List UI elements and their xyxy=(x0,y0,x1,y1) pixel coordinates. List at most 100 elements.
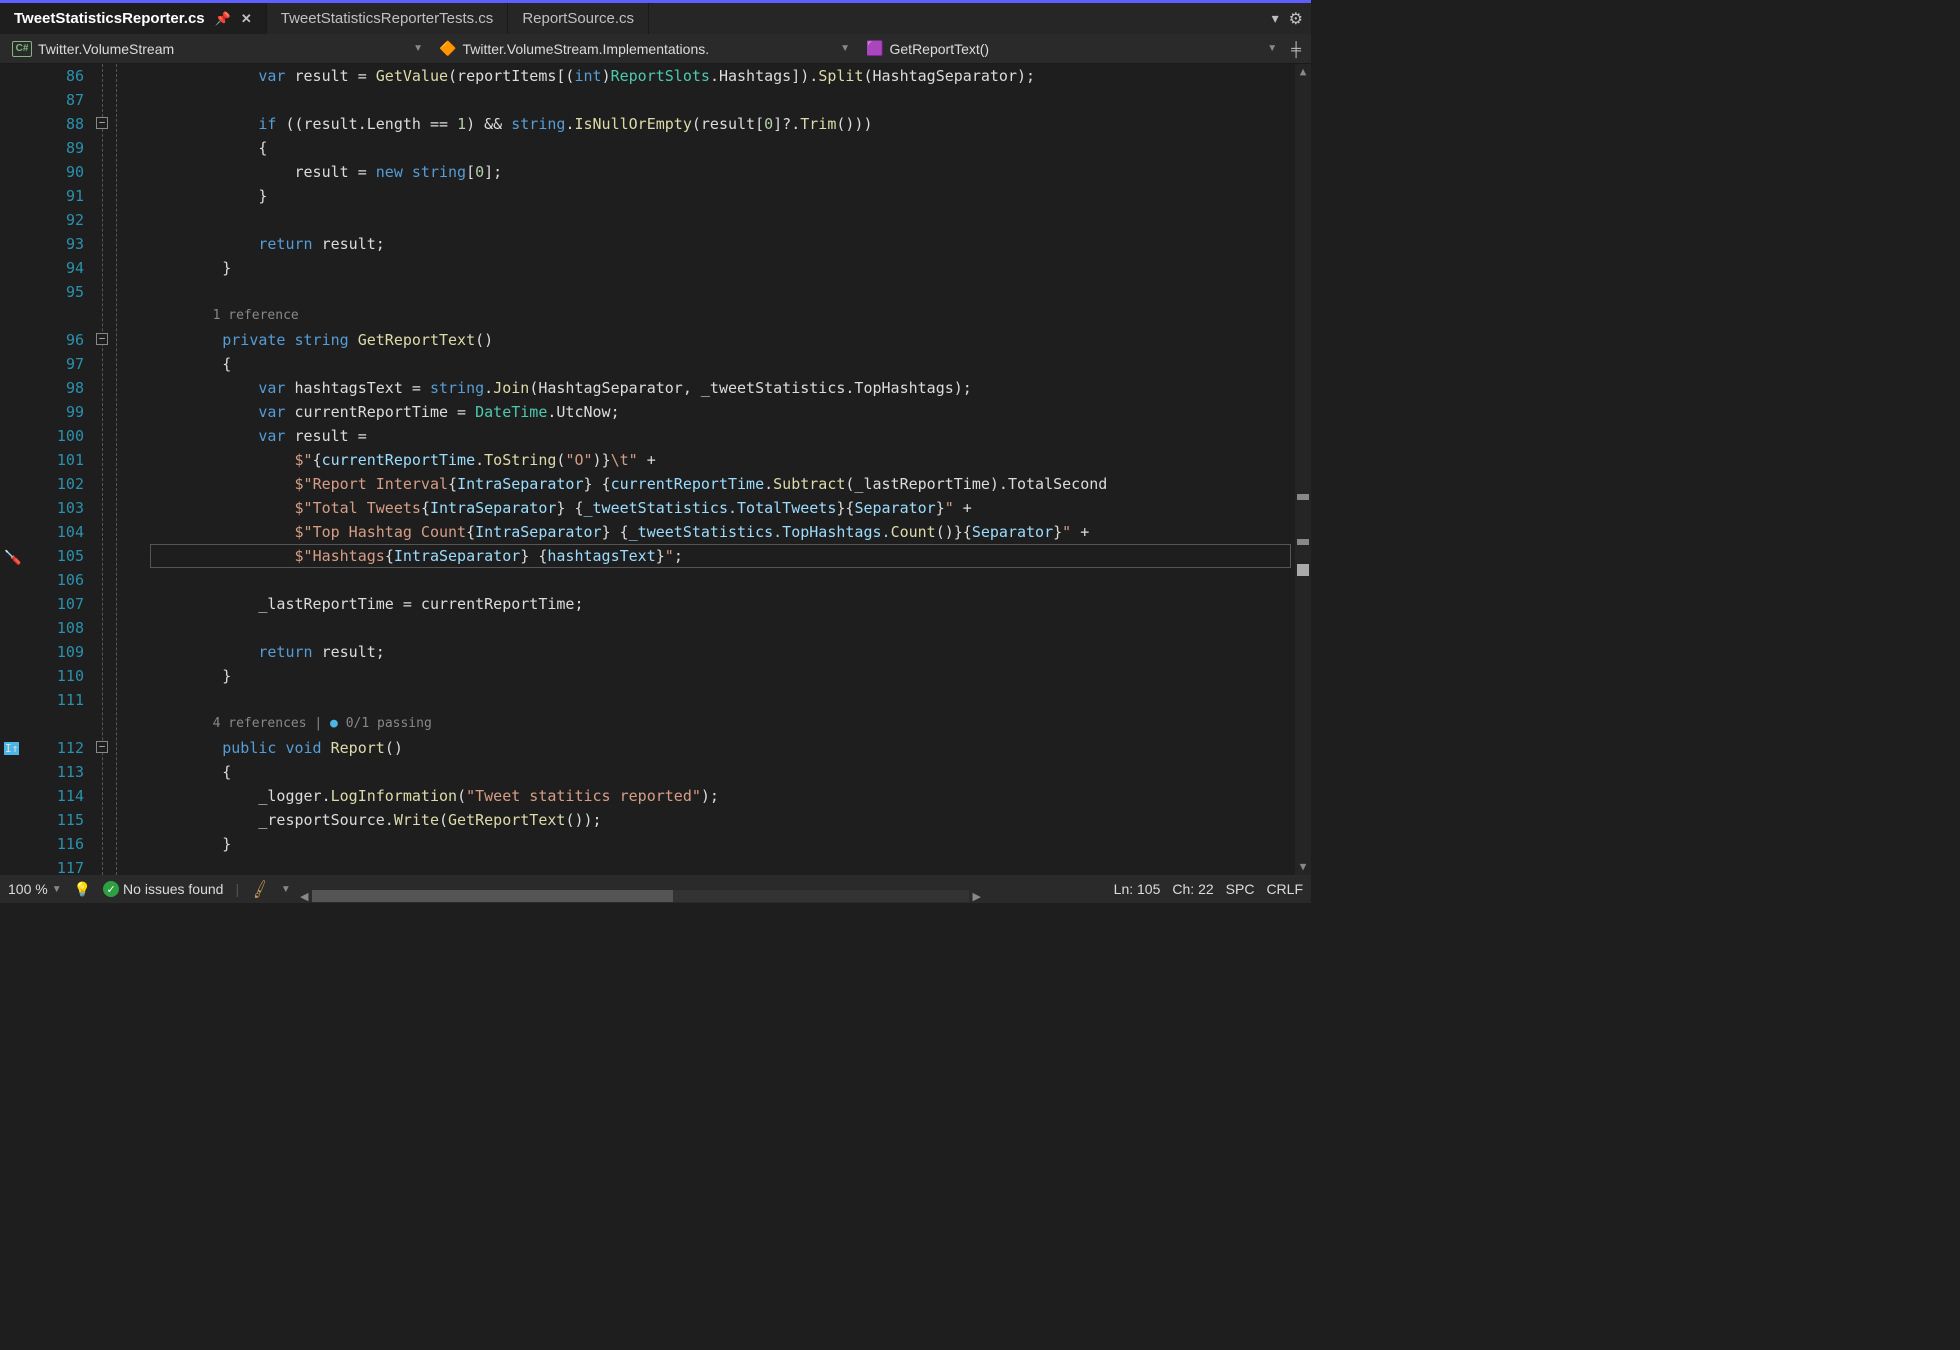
issues-status[interactable]: ✓ No issues found xyxy=(103,881,223,897)
line-numbers: 86 87 88 89 90 91 92 93 94 95 96 97 98 9… xyxy=(28,64,92,875)
line-number: 109 xyxy=(28,640,84,664)
margin-column: 🪛 I↑ xyxy=(0,64,28,875)
screwdriver-icon[interactable]: 🪛 xyxy=(4,550,21,566)
scroll-up-icon[interactable]: ▲ xyxy=(1295,64,1311,80)
line-number: 115 xyxy=(28,808,84,832)
code-line: _logger.LogInformation("Tweet statitics … xyxy=(150,784,1311,808)
pin-icon[interactable]: 📌 xyxy=(215,11,231,27)
chevron-down-icon: ▼ xyxy=(52,884,62,895)
tab-active[interactable]: TweetStatisticsReporter.cs 📌 ✕ xyxy=(0,3,267,34)
editor[interactable]: 🪛 I↑ 86 87 88 89 90 91 92 93 94 95 96 97… xyxy=(0,64,1311,875)
lightbulb-icon[interactable]: 💡 xyxy=(74,881,91,898)
line-number: 100 xyxy=(28,424,84,448)
code-line: if ((result.Length == 1) && string.IsNul… xyxy=(150,112,1311,136)
line-number xyxy=(28,304,84,328)
chevron-down-icon: ▼ xyxy=(413,43,423,54)
line-number: 92 xyxy=(28,208,84,232)
line-number: 103 xyxy=(28,496,84,520)
fold-toggle[interactable]: − xyxy=(96,117,108,129)
code-line: private string GetReportText() xyxy=(150,328,1311,352)
cursor-line[interactable]: Ln: 105 xyxy=(1114,881,1161,897)
split-icon[interactable]: ╪ xyxy=(1287,41,1305,57)
line-number: 95 xyxy=(28,280,84,304)
codelens[interactable]: 4 references | ● 0/1 passing xyxy=(150,712,1311,736)
nav-method[interactable]: 🟪 GetReportText() ▼ xyxy=(860,37,1283,61)
fold-column: − − − xyxy=(92,64,150,875)
tab-reportsource[interactable]: ReportSource.cs xyxy=(508,3,649,34)
line-number: 114 xyxy=(28,784,84,808)
line-number: 111 xyxy=(28,688,84,712)
csharp-icon: C# xyxy=(12,41,32,57)
zoom-level[interactable]: 100 % ▼ xyxy=(8,881,62,897)
code-line: public void Report() xyxy=(150,736,1311,760)
code-line: var currentReportTime = DateTime.UtcNow; xyxy=(150,400,1311,424)
tab-tests[interactable]: TweetStatisticsReporterTests.cs xyxy=(267,3,509,34)
line-number: 116 xyxy=(28,832,84,856)
line-number: 101 xyxy=(28,448,84,472)
code[interactable]: var result = GetValue(reportItems[(int)R… xyxy=(150,64,1311,875)
close-icon[interactable]: ✕ xyxy=(241,11,252,27)
code-line: var result = xyxy=(150,424,1311,448)
code-line: _resportSource.Write(GetReportText()); xyxy=(150,808,1311,832)
gear-icon[interactable]: ⚙ xyxy=(1289,9,1303,29)
tab-label: TweetStatisticsReporterTests.cs xyxy=(281,10,494,27)
code-line xyxy=(150,208,1311,232)
line-number: 88 xyxy=(28,112,84,136)
scroll-right-icon[interactable]: ▶ xyxy=(973,890,981,903)
code-line: } xyxy=(150,184,1311,208)
chevron-down-icon[interactable]: ▼ xyxy=(281,884,291,895)
tab-label: TweetStatisticsReporter.cs xyxy=(14,10,205,27)
line-number: 98 xyxy=(28,376,84,400)
line-number: 89 xyxy=(28,136,84,160)
code-line: var hashtagsText = string.Join(HashtagSe… xyxy=(150,376,1311,400)
line-number: 97 xyxy=(28,352,84,376)
code-line xyxy=(150,856,1311,875)
line-number: 99 xyxy=(28,400,84,424)
line-number: 91 xyxy=(28,184,84,208)
codelens[interactable]: 1 reference xyxy=(150,304,1311,328)
code-line xyxy=(150,568,1311,592)
nav-namespace[interactable]: C# Twitter.VolumeStream ▼ xyxy=(6,37,429,61)
chevron-down-icon[interactable]: ▾ xyxy=(1272,10,1279,27)
brush-icon[interactable]: 🖌 xyxy=(249,878,272,900)
fold-toggle[interactable]: − xyxy=(96,333,108,345)
code-line xyxy=(150,688,1311,712)
line-number: 112 xyxy=(28,736,84,760)
line-number: 93 xyxy=(28,232,84,256)
code-line: { xyxy=(150,760,1311,784)
test-status-icon: ● xyxy=(330,716,338,731)
nav-namespace-label: Twitter.VolumeStream xyxy=(38,41,174,57)
nav-class[interactable]: 🔶 Twitter.VolumeStream.Implementations. … xyxy=(433,37,856,61)
chevron-down-icon: ▼ xyxy=(1267,43,1277,54)
code-line: { xyxy=(150,136,1311,160)
class-icon: 🔶 xyxy=(439,40,456,57)
line-number: 106 xyxy=(28,568,84,592)
check-icon: ✓ xyxy=(103,881,119,897)
indent-mode[interactable]: SPC xyxy=(1226,881,1255,897)
status-bar: 100 % ▼ 💡 ✓ No issues found | 🖌 ▼ ◀ ▶ Ln… xyxy=(0,875,1311,903)
horizontal-scrollbar[interactable]: ◀ ▶ xyxy=(300,889,981,903)
code-line: _lastReportTime = currentReportTime; xyxy=(150,592,1311,616)
vertical-scrollbar[interactable]: ▲ ▼ xyxy=(1295,64,1311,875)
chevron-down-icon: ▼ xyxy=(840,43,850,54)
code-line: $"Top Hashtag Count{IntraSeparator} {_tw… xyxy=(150,520,1311,544)
line-number: 104 xyxy=(28,520,84,544)
code-line: return result; xyxy=(150,232,1311,256)
code-line: } xyxy=(150,256,1311,280)
info-icon[interactable]: I↑ xyxy=(4,742,19,755)
fold-toggle[interactable]: − xyxy=(96,741,108,753)
line-ending[interactable]: CRLF xyxy=(1266,881,1303,897)
tab-label: ReportSource.cs xyxy=(522,10,634,27)
scroll-left-icon[interactable]: ◀ xyxy=(300,890,308,903)
scroll-down-icon[interactable]: ▼ xyxy=(1295,859,1311,875)
line-number: 107 xyxy=(28,592,84,616)
code-line: $"Hashtags{IntraSeparator} {hashtagsText… xyxy=(150,544,1311,568)
code-line: $"{currentReportTime.ToString("O")}\t" + xyxy=(150,448,1311,472)
line-number: 108 xyxy=(28,616,84,640)
nav-class-label: Twitter.VolumeStream.Implementations. xyxy=(462,41,709,57)
line-number: 86 xyxy=(28,64,84,88)
tab-bar: TweetStatisticsReporter.cs 📌 ✕ TweetStat… xyxy=(0,0,1311,34)
nav-method-label: GetReportText() xyxy=(890,41,990,57)
line-number: 113 xyxy=(28,760,84,784)
cursor-col[interactable]: Ch: 22 xyxy=(1172,881,1213,897)
